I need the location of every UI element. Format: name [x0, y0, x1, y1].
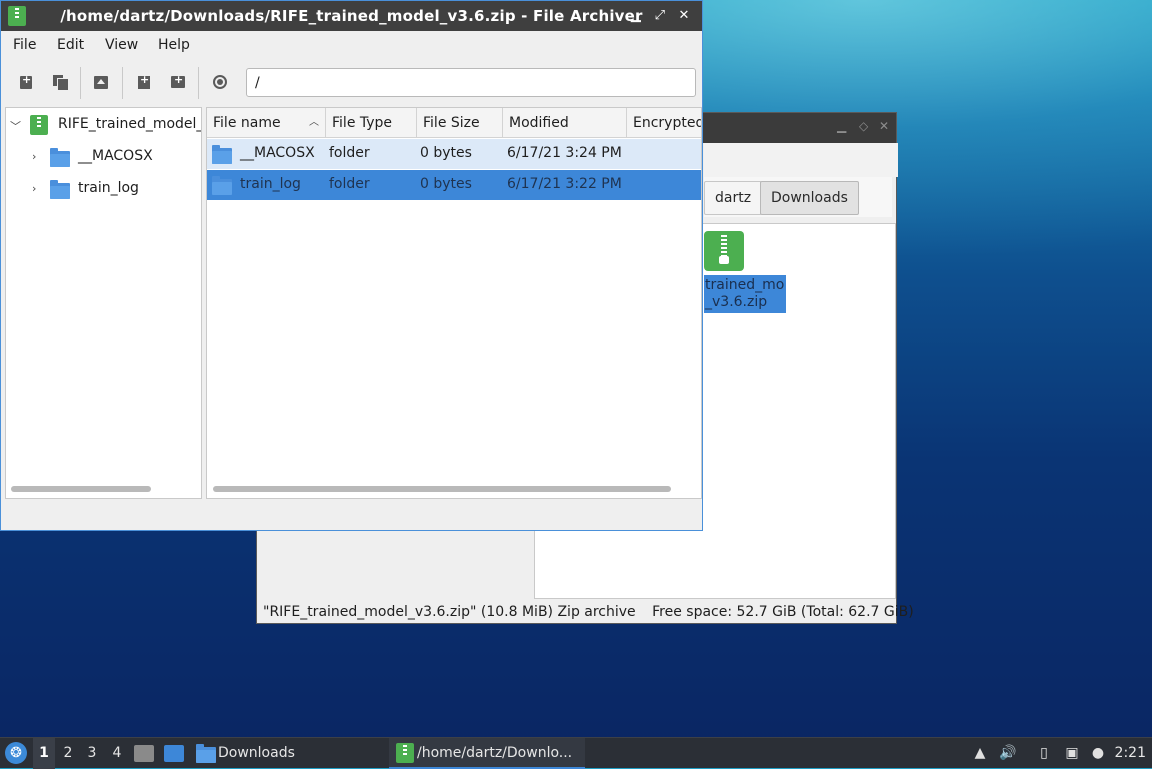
list-horizontal-scrollbar[interactable] [213, 486, 671, 492]
location-input[interactable] [246, 68, 696, 97]
tree-item-macosx[interactable]: › __MACOSX [6, 142, 201, 172]
start-menu-icon[interactable]: ❂ [5, 742, 27, 764]
add-file-icon [138, 73, 150, 89]
menu-file[interactable]: File [13, 37, 36, 53]
add-folder-button[interactable] [167, 71, 189, 93]
workspace-3[interactable]: 3 [81, 738, 103, 769]
close-icon[interactable]: ✕ [674, 1, 694, 31]
tree-root-label: RIFE_trained_model_ [58, 116, 201, 132]
menu-bar: File Edit View Help [1, 31, 702, 61]
column-header-encrypted[interactable]: Encrypted [627, 108, 701, 138]
desktop-launcher-icon[interactable] [164, 745, 184, 762]
cell-file-size: 0 bytes [420, 176, 472, 192]
workspace-2[interactable]: 2 [57, 738, 79, 769]
menu-help[interactable]: Help [158, 37, 190, 53]
add-files-button[interactable] [133, 71, 155, 93]
table-row[interactable]: __MACOSX folder 0 bytes 6/17/21 3:24 PM [207, 139, 701, 169]
folder-icon [50, 180, 70, 199]
status-file-info: "RIFE_trained_model_v3.6.zip" (10.8 MiB)… [263, 604, 636, 620]
folder-icon [50, 148, 70, 167]
tree-item-root[interactable]: ﹀ RIFE_trained_model_ [6, 110, 201, 140]
close-icon[interactable]: ✕ [879, 119, 889, 133]
sort-ascending-icon: ︿ [309, 117, 319, 128]
cell-modified: 6/17/21 3:24 PM [507, 145, 622, 161]
stop-button[interactable] [209, 71, 231, 93]
column-header-file-name[interactable]: File name ︿ [207, 108, 326, 138]
file-archiver-window: /home/dartz/Downloads/RIFE_trained_model… [0, 0, 703, 531]
file-icon-label[interactable]: trained_mo _v3.6.zip [704, 275, 786, 313]
menu-edit[interactable]: Edit [57, 37, 84, 53]
status-free-space: Free space: 52.7 GiB (Total: 62.7 GiB) [652, 604, 914, 620]
folder-icon [212, 176, 232, 195]
window-title: /home/dartz/Downloads/RIFE_trained_model… [60, 7, 643, 25]
cell-file-type: folder [329, 145, 370, 161]
arrow-up-icon[interactable]: ▲ [971, 744, 989, 762]
path-button-dartz[interactable]: dartz [704, 181, 763, 215]
folder-icon [196, 744, 216, 763]
folder-tree[interactable]: ﹀ RIFE_trained_model_ › __MACOSX › train… [5, 107, 202, 499]
zip-archive-icon [30, 115, 48, 135]
column-header-modified[interactable]: Modified [503, 108, 627, 138]
list-header: File name ︿ File Type File Size Modified… [207, 108, 701, 138]
extract-icon [94, 75, 108, 89]
taskbar: ❂ 1 2 3 4 Downloads /home/dartz/Downlo..… [0, 737, 1152, 769]
cell-file-name: train_log [240, 176, 301, 192]
file-manager-statusbar: "RIFE_trained_model_v3.6.zip" (10.8 MiB)… [257, 601, 914, 623]
workspace-4[interactable]: 4 [106, 738, 128, 769]
task-downloads[interactable]: Downloads [194, 738, 384, 769]
tree-item-label: __MACOSX [78, 148, 153, 164]
toolbar-separator [122, 67, 123, 99]
extract-button[interactable] [90, 71, 112, 93]
network-icon[interactable]: ▣ [1063, 744, 1081, 762]
file-archiver-titlebar[interactable]: /home/dartz/Downloads/RIFE_trained_model… [1, 1, 702, 31]
file-list[interactable]: File name ︿ File Type File Size Modified… [206, 107, 702, 499]
column-header-file-type[interactable]: File Type [326, 108, 417, 138]
column-header-file-size[interactable]: File Size [417, 108, 503, 138]
maximize-icon[interactable]: ⤢ [650, 1, 670, 31]
minimize-icon[interactable]: ▁ [837, 119, 846, 133]
open-archive-button[interactable] [49, 71, 71, 93]
tree-horizontal-scrollbar[interactable] [11, 486, 151, 492]
chevron-right-icon[interactable]: › [32, 182, 36, 195]
task-file-archiver[interactable]: /home/dartz/Downlo... [389, 738, 585, 769]
table-row[interactable]: train_log folder 0 bytes 6/17/21 3:22 PM [207, 170, 701, 200]
zip-archive-icon [396, 743, 414, 763]
toolbar-separator [198, 67, 199, 99]
clock[interactable]: 2:21 [1115, 738, 1146, 769]
tree-item-train-log[interactable]: › train_log [6, 174, 201, 204]
path-button-downloads[interactable]: Downloads [760, 181, 859, 215]
menu-view[interactable]: View [105, 37, 138, 53]
file-manager-toolbar [704, 143, 898, 177]
maximize-icon[interactable]: ◇ [859, 119, 868, 133]
new-archive-icon [20, 73, 32, 89]
minimize-icon[interactable]: ▁ [626, 1, 646, 31]
clipboard-icon[interactable]: ▯ [1035, 744, 1053, 762]
cell-file-type: folder [329, 176, 370, 192]
cell-file-name: __MACOSX [240, 145, 315, 161]
volume-icon[interactable]: 🔊 [999, 744, 1017, 762]
archiver-statusbar [1, 501, 702, 530]
cell-modified: 6/17/21 3:22 PM [507, 176, 622, 192]
tree-item-label: train_log [78, 180, 139, 196]
new-archive-button[interactable] [15, 71, 37, 93]
cell-file-size: 0 bytes [420, 145, 472, 161]
folder-icon [212, 145, 232, 164]
file-manager-launcher-icon[interactable] [134, 745, 154, 762]
chevron-right-icon[interactable]: › [32, 150, 36, 163]
toolbar-separator [80, 67, 81, 99]
workspace-1[interactable]: 1 [33, 738, 55, 769]
add-folder-icon [171, 73, 185, 88]
notification-icon[interactable]: ● [1089, 744, 1107, 762]
zip-archive-icon[interactable] [704, 231, 744, 271]
chevron-down-icon[interactable]: ﹀ [10, 118, 21, 134]
open-archive-icon [53, 75, 69, 91]
stop-icon [213, 75, 227, 89]
